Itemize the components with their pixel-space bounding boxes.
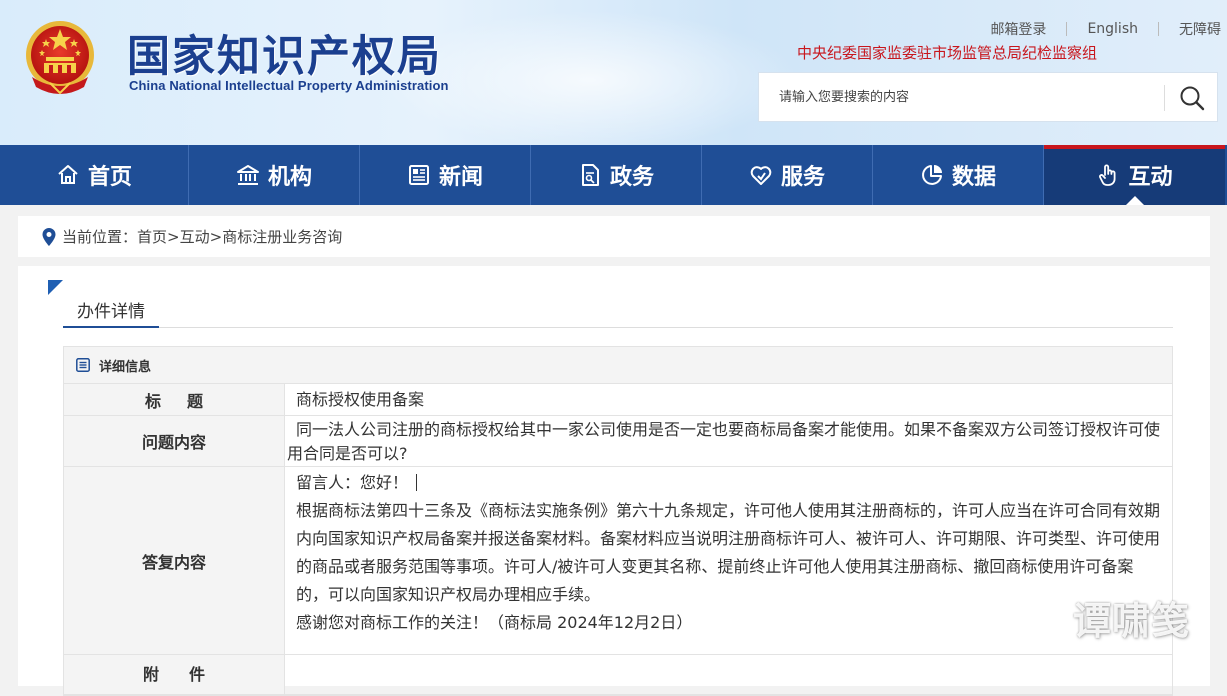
pie-chart-icon bbox=[922, 165, 942, 185]
site-title[interactable]: 国家知识产权局 bbox=[127, 22, 442, 84]
heart-hand-icon bbox=[750, 166, 772, 185]
nav-item-label: 首页 bbox=[87, 165, 132, 190]
site-subtitle: China National Intellectual Property Adm… bbox=[129, 78, 449, 93]
nav-item-label: 互动 bbox=[1128, 165, 1173, 190]
nav-item-data[interactable]: 数据 bbox=[873, 145, 1044, 205]
hand-pointer-icon bbox=[1099, 164, 1116, 186]
search-icon[interactable] bbox=[1177, 83, 1207, 113]
attachment-label: 附件 bbox=[64, 655, 285, 694]
inspection-group-link[interactable]: 中央纪委国家监委驻市场监管总局纪检监察组 bbox=[797, 42, 1097, 63]
answer-greeting: 留言人：您好！ bbox=[296, 473, 409, 492]
table-row-attachment: 附件 bbox=[64, 655, 1172, 695]
table-row-answer: 答复内容 留言人：您好！ 根据商标法第四十三条及《商标法实施条例》第六十九条规定… bbox=[64, 467, 1172, 655]
accessibility-link[interactable]: 无障碍 bbox=[1179, 19, 1221, 39]
nav-item-label: 新闻 bbox=[438, 165, 483, 190]
top-links: 邮箱登录 English 无障碍 bbox=[990, 20, 1221, 38]
answer-label: 答复内容 bbox=[64, 467, 285, 654]
list-icon bbox=[76, 358, 90, 372]
nav-item-news[interactable]: 新闻 bbox=[360, 145, 531, 205]
question-value: 同一法人公司注册的商标授权给其中一家公司使用是否一定也要商标局备案才能使用。如果… bbox=[287, 420, 1161, 463]
detail-header-label: 详细信息 bbox=[99, 359, 152, 375]
site-header: 国家知识产权局 China National Intellectual Prop… bbox=[0, 0, 1227, 145]
breadcrumb: 当前位置： 首页 > 互动 > 商标注册业务咨询 bbox=[18, 216, 1210, 257]
breadcrumb-trademark-consult[interactable]: 商标注册业务咨询 bbox=[222, 226, 342, 247]
breadcrumb-interaction[interactable]: 互动 bbox=[180, 226, 210, 247]
breadcrumb-separator: > bbox=[209, 227, 223, 246]
content-panel: 办件详情 详细信息 标题 商标授权使用备案 问题内容 同一法人公司注册的商标授权… bbox=[18, 266, 1210, 696]
breadcrumb-separator: > bbox=[167, 227, 180, 246]
top-link-divider bbox=[1158, 22, 1159, 36]
title-label: 标题 bbox=[64, 384, 285, 415]
mail-login-link[interactable]: 邮箱登录 bbox=[990, 19, 1046, 39]
location-pin-icon bbox=[42, 227, 56, 246]
english-link[interactable]: English bbox=[1087, 21, 1138, 37]
nav-item-home[interactable]: 首页 bbox=[0, 145, 189, 205]
answer-greeting-line: 留言人：您好！ bbox=[296, 469, 1160, 497]
answer-thanks: 感谢您对商标工作的关注！（商标局 2024年12月2日） bbox=[296, 613, 693, 632]
nav-item-institution[interactable]: 机构 bbox=[189, 145, 360, 205]
main-nav: 首页 机构 新闻 政务 服务 数据 互动 bbox=[0, 145, 1227, 205]
answer-body: 根据商标法第四十三条及《商标法实施条例》第六十九条规定，许可他人使用其注册商标的… bbox=[296, 501, 1161, 604]
search-input[interactable] bbox=[769, 73, 1159, 121]
breadcrumb-home[interactable]: 首页 bbox=[137, 226, 167, 247]
institution-icon bbox=[236, 165, 259, 185]
search-box bbox=[758, 72, 1218, 122]
nav-item-label: 政务 bbox=[609, 165, 654, 190]
text-cursor bbox=[416, 474, 418, 491]
title-value: 商标授权使用备案 bbox=[296, 390, 425, 409]
table-row-title: 标题 商标授权使用备案 bbox=[64, 384, 1172, 416]
national-emblem-icon[interactable] bbox=[22, 17, 98, 97]
tab-case-details[interactable]: 办件详情 bbox=[63, 298, 159, 328]
nav-item-services[interactable]: 服务 bbox=[702, 145, 873, 205]
search-divider bbox=[1164, 85, 1165, 111]
attachment-value bbox=[285, 655, 1172, 694]
detail-table: 详细信息 标题 商标授权使用备案 问题内容 同一法人公司注册的商标授权给其中一家… bbox=[63, 346, 1173, 696]
top-link-divider bbox=[1066, 22, 1068, 36]
table-row-question: 问题内容 同一法人公司注册的商标授权给其中一家公司使用是否一定也要商标局备案才能… bbox=[64, 416, 1172, 467]
nav-item-government-affairs[interactable]: 政务 bbox=[531, 145, 702, 205]
nav-item-interaction[interactable]: 互动 bbox=[1044, 145, 1225, 205]
home-icon bbox=[58, 165, 78, 184]
nav-item-label: 机构 bbox=[267, 165, 312, 190]
corner-marker bbox=[48, 280, 63, 295]
nav-item-label: 数据 bbox=[951, 165, 996, 190]
nav-item-label: 服务 bbox=[780, 165, 825, 190]
news-icon bbox=[408, 165, 429, 185]
document-icon bbox=[581, 164, 599, 186]
question-label: 问题内容 bbox=[64, 416, 285, 466]
breadcrumb-prefix: 当前位置： bbox=[62, 228, 138, 246]
watermark: 谭啸笺 bbox=[1073, 599, 1191, 643]
section-tab-bar: 办件详情 bbox=[63, 298, 1173, 328]
detail-header: 详细信息 bbox=[64, 347, 1172, 384]
answer-value: 留言人：您好！ 根据商标法第四十三条及《商标法实施条例》第六十九条规定，许可他人… bbox=[285, 467, 1172, 654]
